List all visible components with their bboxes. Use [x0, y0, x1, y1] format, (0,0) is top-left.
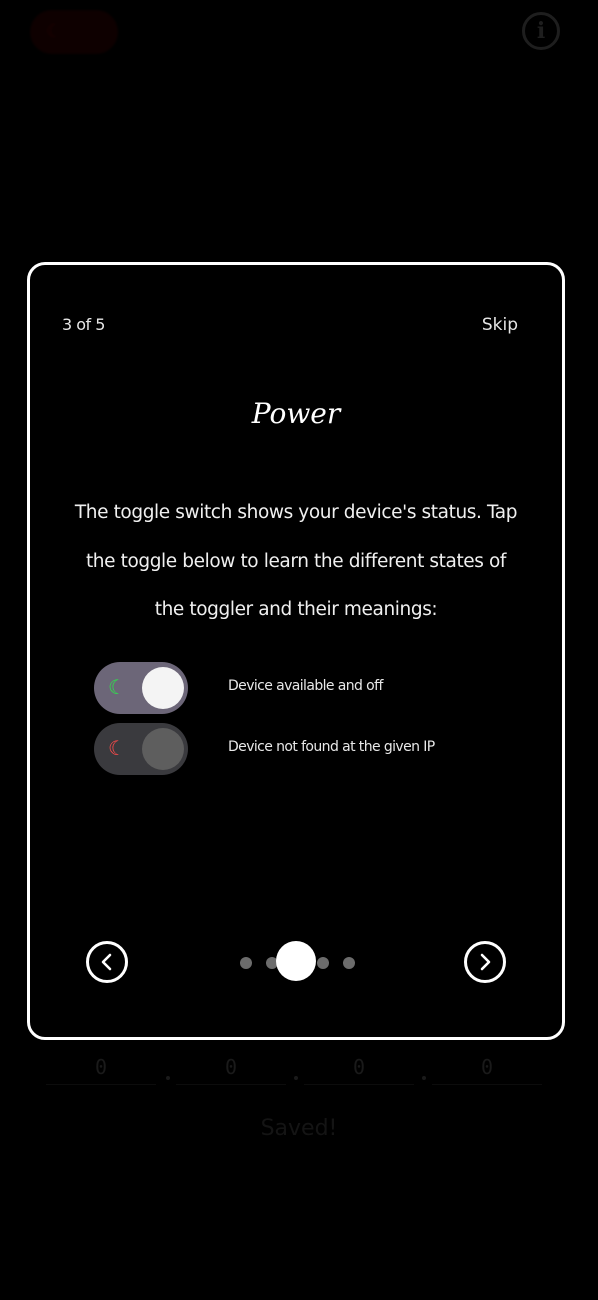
state-row-not-found: ☾ Device not found at the given IP: [94, 723, 514, 775]
ip-field-1: 0: [46, 1050, 156, 1085]
moon-icon: ☾: [108, 675, 126, 699]
moon-icon: ☾: [108, 736, 126, 760]
page-dot-3-active[interactable]: [276, 941, 316, 981]
step-indicator: 3 of 5: [62, 315, 105, 334]
page-dot-5[interactable]: [343, 957, 355, 969]
ip-field-4: 0: [432, 1050, 542, 1085]
toggle-knob: [142, 667, 184, 709]
ip-separator-dot: [422, 1076, 426, 1080]
state-row-available: ☾ Device available and off: [94, 662, 514, 714]
state-label-not-found: Device not found at the given IP: [228, 739, 435, 755]
next-button[interactable]: [464, 941, 506, 983]
power-toggle-available[interactable]: ☾: [94, 662, 188, 714]
ip-field-3: 0: [304, 1050, 414, 1085]
toggle-knob: [142, 728, 184, 770]
background-power-toggle: ☾: [30, 10, 118, 54]
page-dot-4[interactable]: [317, 957, 329, 969]
power-toggle-not-found[interactable]: ☾: [94, 723, 188, 775]
modal-title: Power: [251, 397, 341, 430]
skip-button[interactable]: Skip: [482, 315, 518, 335]
ip-field-2: 0: [176, 1050, 286, 1085]
saved-status-text: Saved!: [260, 1116, 338, 1141]
chevron-right-icon: [480, 953, 491, 971]
ip-address-row: 0 0 0 0: [46, 1050, 552, 1094]
state-label-available: Device available and off: [228, 678, 383, 694]
moon-icon: ☾: [46, 21, 63, 42]
modal-description: The toggle switch shows your device's st…: [74, 502, 518, 620]
info-icon: i: [522, 12, 560, 50]
onboarding-modal: 3 of 5 Skip Power The toggle switch show…: [27, 262, 565, 1040]
page-dot-1[interactable]: [240, 957, 252, 969]
ip-separator-dot: [166, 1076, 170, 1080]
ip-separator-dot: [294, 1076, 298, 1080]
